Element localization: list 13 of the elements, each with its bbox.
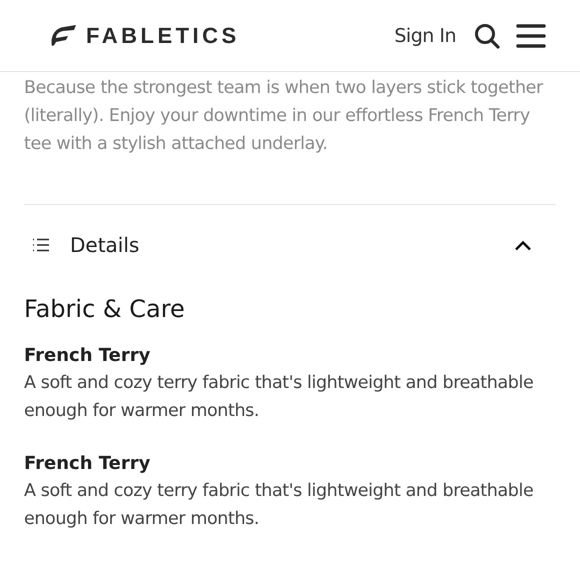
fabric-description: A soft and cozy terry fabric that's lightweight and breathable enough for warmer months. [24, 480, 534, 531]
product-description: Because the strongest team is when two layers stick together (literally). Enjoy your downtime in our effortless French Terry tee with a stylish attached underlay. [24, 77, 544, 156]
fabric-title: French Terry [24, 344, 152, 368]
fabric-title: French Terry [24, 452, 152, 476]
details-accordion[interactable]: Details [24, 205, 556, 285]
section-title: Fabric & Care [24, 295, 186, 323]
list-icon [32, 238, 50, 252]
brand-name[interactable]: FABLETICS [86, 22, 240, 48]
sign-in-link[interactable]: Sign In [394, 24, 456, 46]
chevron-up-icon [514, 240, 532, 250]
menu-icon[interactable] [516, 22, 546, 48]
search-icon[interactable] [474, 22, 500, 48]
fabric-description: A soft and cozy terry fabric that's lightweight and breathable enough for warmer months. [24, 372, 534, 423]
